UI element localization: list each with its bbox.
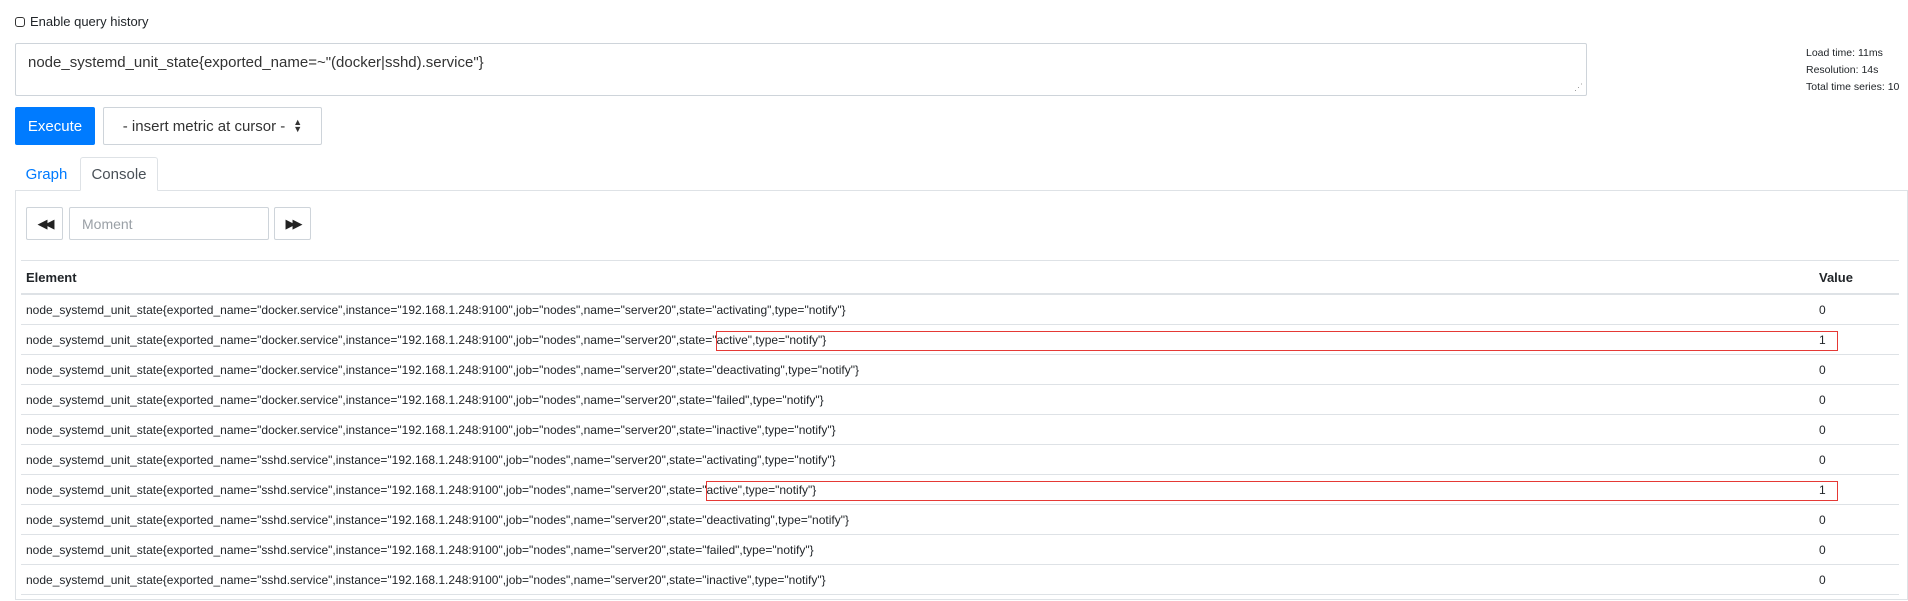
- load-time: Load time: 11ms: [1806, 47, 1883, 59]
- table-header-row: Element Value: [21, 260, 1899, 295]
- table-row: node_systemd_unit_state{exported_name="d…: [21, 384, 1899, 415]
- table-row: node_systemd_unit_state{exported_name="s…: [21, 444, 1899, 475]
- query-stats: Load time: 11ms Resolution: 14s Total ti…: [1806, 45, 1899, 96]
- row-element: node_systemd_unit_state{exported_name="s…: [21, 564, 1814, 595]
- forward-icon[interactable]: ▶▶: [274, 207, 311, 240]
- query-expression-text: node_systemd_unit_state{exported_name=~"…: [28, 54, 484, 71]
- row-value: 0: [1814, 564, 1899, 595]
- sort-arrows-icon: ▲ ▼: [293, 117, 303, 134]
- backward-icon[interactable]: ◀◀: [26, 207, 63, 240]
- query-history-label: Enable query history: [30, 14, 149, 29]
- results-table: Element Value node_systemd_unit_state{ex…: [21, 260, 1899, 595]
- total-time-series: Total time series: 10: [1806, 81, 1900, 93]
- table-row: node_systemd_unit_state{exported_name="s…: [21, 504, 1899, 535]
- row-value: 0: [1814, 354, 1899, 385]
- checkbox-icon[interactable]: [15, 16, 25, 27]
- moment-input[interactable]: [69, 207, 269, 240]
- row-value: 0: [1814, 504, 1899, 535]
- table-row: node_systemd_unit_state{exported_name="d…: [21, 324, 1899, 355]
- table-row: node_systemd_unit_state{exported_name="d…: [21, 354, 1899, 385]
- table-row: node_systemd_unit_state{exported_name="d…: [21, 414, 1899, 445]
- row-element: node_systemd_unit_state{exported_name="d…: [21, 384, 1814, 415]
- row-value: 0: [1814, 444, 1899, 475]
- execute-button[interactable]: Execute: [15, 107, 95, 145]
- row-element: node_systemd_unit_state{exported_name="d…: [21, 324, 1814, 355]
- tab-graph[interactable]: Graph: [15, 157, 78, 191]
- table-row: node_systemd_unit_state{exported_name="s…: [21, 534, 1899, 565]
- resize-grip-icon[interactable]: ⋰: [1574, 82, 1583, 93]
- prometheus-query-page: Enable query history node_systemd_unit_s…: [0, 0, 1908, 601]
- row-element: node_systemd_unit_state{exported_name="s…: [21, 534, 1814, 565]
- column-header-value: Value: [1814, 260, 1899, 295]
- insert-metric-select-value: - insert metric at cursor -: [122, 117, 286, 135]
- column-header-element: Element: [21, 260, 1814, 295]
- row-element: node_systemd_unit_state{exported_name="s…: [21, 504, 1814, 535]
- row-element: node_systemd_unit_state{exported_name="s…: [21, 474, 1814, 505]
- row-value: 0: [1814, 414, 1899, 445]
- row-element: node_systemd_unit_state{exported_name="s…: [21, 444, 1814, 475]
- row-value: 0: [1814, 294, 1899, 325]
- tab-console[interactable]: Console: [80, 157, 158, 191]
- row-value: 1: [1814, 324, 1899, 355]
- row-value: 0: [1814, 534, 1899, 565]
- table-row: node_systemd_unit_state{exported_name="s…: [21, 564, 1899, 595]
- row-value: 0: [1814, 384, 1899, 415]
- table-row: node_systemd_unit_state{exported_name="d…: [21, 294, 1899, 325]
- query-history-toggle[interactable]: Enable query history: [15, 14, 149, 29]
- resolution: Resolution: 14s: [1806, 64, 1879, 76]
- insert-metric-select[interactable]: - insert metric at cursor - ▲ ▼: [103, 107, 322, 145]
- row-element: node_systemd_unit_state{exported_name="d…: [21, 414, 1814, 445]
- table-row: node_systemd_unit_state{exported_name="s…: [21, 474, 1899, 505]
- row-value: 1: [1814, 474, 1899, 505]
- row-element: node_systemd_unit_state{exported_name="d…: [21, 354, 1814, 385]
- row-element: node_systemd_unit_state{exported_name="d…: [21, 294, 1814, 325]
- query-expression-input[interactable]: node_systemd_unit_state{exported_name=~"…: [15, 43, 1587, 96]
